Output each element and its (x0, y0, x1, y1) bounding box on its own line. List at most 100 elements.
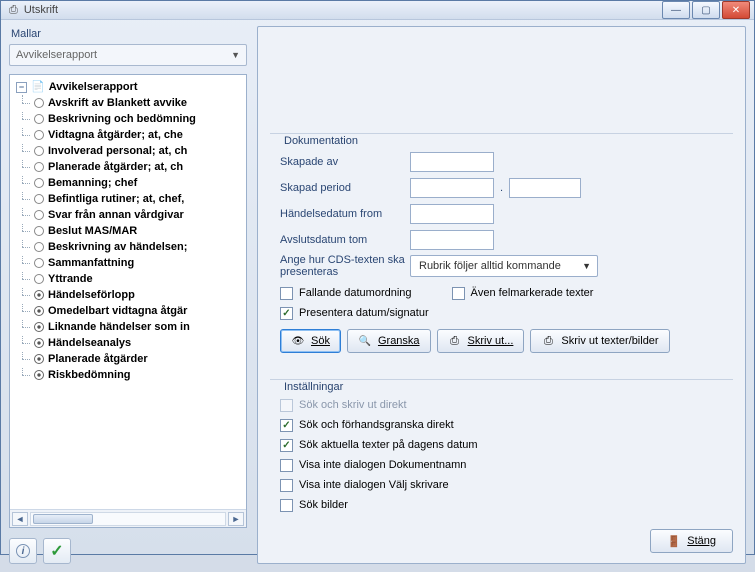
tree-item-label: Beskrivning av händelsen; (48, 239, 187, 255)
print-window: ⎙ Utskrift — ▢ ✕ Mallar Avvikelserapport… (0, 0, 755, 555)
maximize-button[interactable]: ▢ (692, 1, 720, 19)
circle-node-icon (34, 194, 44, 204)
tree-item-label: Svar från annan vårdgivar (48, 207, 184, 223)
tree-item[interactable]: Planerade åtgärder (10, 351, 246, 367)
templates-label: Mallar (11, 28, 247, 40)
stang-button[interactable]: Stäng (650, 529, 733, 553)
left-footer: i ✓ (9, 538, 247, 564)
period-separator: . (500, 182, 503, 194)
body: Mallar Avvikelserapport ▼ −📄Avvikelserap… (1, 20, 754, 572)
tree-item[interactable]: Riskbedömning (10, 367, 246, 383)
tree-item-label: Planerade åtgärder; at, ch (48, 159, 183, 175)
tree-item[interactable]: Vidtagna åtgärder; at, che (10, 127, 246, 143)
tree-item[interactable]: Beskrivning och bedömning (10, 111, 246, 127)
minimize-button[interactable]: — (662, 1, 690, 19)
skapad-period-from-field[interactable] (410, 178, 494, 198)
print-icon: ⎙ (9, 4, 18, 17)
tree-item-label: Beslut MAS/MAR (48, 223, 137, 239)
i4-checkbox[interactable] (280, 459, 293, 472)
tree-item[interactable]: Avskrift av Blankett avvike (10, 95, 246, 111)
skrivut-texter-bilder-button[interactable]: Skriv ut texter/bilder (530, 329, 669, 353)
skapad-period-to-field[interactable] (509, 178, 581, 198)
circle-node-icon (34, 162, 44, 172)
eye-node-icon (34, 322, 44, 332)
tree-item[interactable]: Händelseförlopp (10, 287, 246, 303)
tree-item[interactable]: Befintliga rutiner; at, chef, (10, 191, 246, 207)
i3-checkbox[interactable] (280, 439, 293, 452)
dokumentation-title: Dokumentation (280, 135, 362, 147)
tree-item[interactable]: Planerade åtgärder; at, ch (10, 159, 246, 175)
horizontal-scrollbar[interactable]: ◄ ► (10, 509, 246, 527)
scroll-left-button[interactable]: ◄ (12, 512, 28, 526)
aven-checkbox[interactable] (452, 287, 465, 300)
circle-node-icon (34, 242, 44, 252)
confirm-button[interactable]: ✓ (43, 538, 71, 564)
check-icon: ✓ (50, 541, 63, 561)
tree-item[interactable]: Svar från annan vårdgivar (10, 207, 246, 223)
installningar-title: Inställningar (280, 381, 347, 393)
granska-label: Granska (378, 335, 420, 347)
tree-item-label: Händelseförlopp (48, 287, 135, 303)
cds-combo[interactable]: Rubrik följer alltid kommande ▼ (410, 255, 598, 277)
i6-checkbox[interactable] (280, 499, 293, 512)
eye-node-icon (34, 370, 44, 380)
template-tree[interactable]: −📄AvvikelserapportAvskrift av Blankett a… (10, 75, 246, 509)
granska-button[interactable]: Granska (347, 329, 431, 353)
avslut-field[interactable] (410, 230, 494, 250)
sok-label: Sök (311, 335, 330, 347)
print-icon (448, 335, 462, 347)
skrivut-button[interactable]: Skriv ut... (437, 329, 525, 353)
tree-panel: −📄AvvikelserapportAvskrift av Blankett a… (9, 74, 247, 528)
i2-checkbox[interactable] (280, 419, 293, 432)
tree-item[interactable]: Bemanning; chef (10, 175, 246, 191)
right-panel: Dokumentation Skapade av Skapad period .… (257, 26, 746, 564)
magnifier-icon (358, 335, 372, 347)
door-icon (667, 535, 681, 547)
tree-item-label: Involverad personal; at, ch (48, 143, 187, 159)
circle-node-icon (34, 98, 44, 108)
handelsedatum-field[interactable] (410, 204, 494, 224)
presentera-label: Presentera datum/signatur (299, 307, 429, 319)
skapade-av-field[interactable] (410, 152, 494, 172)
tree-item[interactable]: Beslut MAS/MAR (10, 223, 246, 239)
left-panel: Mallar Avvikelserapport ▼ −📄Avvikelserap… (9, 26, 247, 564)
info-button[interactable]: i (9, 538, 37, 564)
tree-root[interactable]: −📄Avvikelserapport (10, 79, 246, 95)
i1-checkbox[interactable] (280, 399, 293, 412)
eye-node-icon (34, 306, 44, 316)
scroll-track[interactable] (30, 512, 226, 526)
i1-label: Sök och skriv ut direkt (299, 399, 407, 411)
tree-item[interactable]: Yttrande (10, 271, 246, 287)
tree-item[interactable]: Sammanfattning (10, 255, 246, 271)
chevron-down-icon: ▼ (582, 261, 591, 271)
tree-item-label: Avskrift av Blankett avvike (48, 95, 187, 111)
circle-node-icon (34, 226, 44, 236)
circle-node-icon (34, 146, 44, 156)
skrivut-tb-label: Skriv ut texter/bilder (561, 335, 658, 347)
tree-item[interactable]: Omedelbart vidtagna åtgär (10, 303, 246, 319)
scroll-right-button[interactable]: ► (228, 512, 244, 526)
tree-item[interactable]: Involverad personal; at, ch (10, 143, 246, 159)
eye-node-icon (34, 354, 44, 364)
tree-item-label: Yttrande (48, 271, 93, 287)
tree-item[interactable]: Beskrivning av händelsen; (10, 239, 246, 255)
presentera-checkbox[interactable] (280, 307, 293, 320)
window-buttons: — ▢ ✕ (662, 1, 750, 19)
tree-item[interactable]: Liknande händelser som in (10, 319, 246, 335)
collapse-icon[interactable]: − (16, 82, 27, 93)
circle-node-icon (34, 114, 44, 124)
templates-combo-value: Avvikelserapport (16, 49, 97, 61)
sok-button[interactable]: Sök (280, 329, 341, 353)
fallande-checkbox[interactable] (280, 287, 293, 300)
templates-combo[interactable]: Avvikelserapport ▼ (9, 44, 247, 66)
tree-item-label: Befintliga rutiner; at, chef, (48, 191, 184, 207)
chevron-down-icon: ▼ (231, 50, 240, 60)
i6-label: Sök bilder (299, 499, 348, 511)
scroll-thumb[interactable] (33, 514, 93, 524)
tree-item-label: Händelseanalys (48, 335, 131, 351)
close-button[interactable]: ✕ (722, 1, 750, 19)
tree-item-label: Liknande händelser som in (48, 319, 190, 335)
tree-item-label: Beskrivning och bedömning (48, 111, 196, 127)
i5-checkbox[interactable] (280, 479, 293, 492)
tree-item[interactable]: Händelseanalys (10, 335, 246, 351)
